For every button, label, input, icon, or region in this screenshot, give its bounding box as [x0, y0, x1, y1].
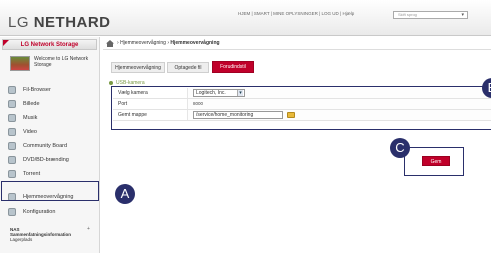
form-label: Gemt mappe — [118, 112, 147, 118]
form-value-cell — [187, 99, 491, 109]
breadcrumb-lead: › — [117, 40, 119, 46]
sidebar-item-configuration[interactable]: Konfiguration — [4, 207, 96, 219]
torrent-icon — [8, 170, 16, 178]
save-button[interactable]: Gem — [422, 156, 450, 166]
sidebar-item-music[interactable]: Musik — [4, 113, 96, 125]
sidebar-item-label: DVD/BD-brænding — [23, 157, 69, 163]
expand-icon[interactable]: + — [87, 227, 90, 232]
music-icon — [8, 114, 16, 122]
form-row-port: Port 8000 — [113, 99, 491, 110]
form-label: Port — [118, 101, 128, 107]
sidebar-item-file-browser[interactable]: Fil-Browser — [4, 85, 96, 97]
config-icon — [8, 208, 16, 216]
sidebar-item-label: Billede — [23, 101, 40, 107]
highlight-box-home-monitoring — [1, 181, 99, 201]
sidebar-item-image[interactable]: Billede — [4, 99, 96, 111]
image-icon — [8, 100, 16, 108]
logo-light-text: LG — [8, 14, 34, 31]
callout-c: C — [390, 138, 410, 158]
file-browser-icon — [8, 86, 16, 94]
section-bullet-icon — [109, 81, 113, 85]
storage-label: Lagerplads — [10, 237, 33, 242]
chevron-down-icon: ▾ — [461, 12, 464, 18]
breadcrumb-item[interactable]: Hjemmeovervågning — [120, 40, 166, 46]
breadcrumb-current: Hjemmeovervågning — [170, 40, 220, 46]
tab-presets[interactable]: Forudindstil — [212, 61, 254, 73]
form-label: Vælg kamera — [118, 90, 148, 96]
language-select[interactable]: Skift sprog ▾ — [393, 11, 468, 19]
language-select-placeholder: Skift sprog — [398, 12, 417, 17]
top-links[interactable]: HJEM | SMART | MINE OPLYSNINGER | LOG UD… — [238, 11, 354, 16]
sidebar-item-label: Community Board — [23, 143, 68, 149]
sidebar-item-label: Torrent — [23, 171, 41, 177]
disc-icon — [8, 156, 16, 164]
welcome-text: Welcome to LG Network Storage — [34, 56, 89, 68]
camera-select[interactable]: Logitech, Inc. ▾ — [193, 89, 245, 97]
lg-nethard-logo[interactable]: LG NETHARD — [8, 14, 111, 31]
sidebar-item-video[interactable]: Video — [4, 127, 96, 139]
sidebar: LG Network Storage Welcome to LG Network… — [0, 37, 100, 253]
folder-icon[interactable] — [287, 112, 295, 118]
red-flag-icon — [3, 40, 9, 46]
breadcrumb-separator: › — [167, 40, 169, 46]
sidebar-item-torrent[interactable]: Torrent — [4, 169, 96, 181]
port-value: 8000 — [193, 101, 204, 106]
community-icon — [8, 142, 16, 150]
logo-bold-text: NETHARD — [33, 14, 111, 31]
sidebar-item-label: Video — [23, 129, 37, 135]
sidebar-item-label: Musik — [23, 115, 38, 121]
top-header: LG NETHARD HJEM | SMART | MINE OPLYSNING… — [0, 0, 491, 36]
welcome-thumbnail — [10, 56, 30, 71]
camera-select-value: Logitech, Inc. — [196, 90, 226, 96]
sidebar-item-community[interactable]: Community Board — [4, 141, 96, 153]
chevron-down-icon: ▾ — [237, 90, 243, 96]
welcome-block: Welcome to LG Network Storage — [10, 54, 95, 74]
sidebar-item-label: Fil-Browser — [23, 87, 51, 93]
save-folder-input[interactable]: /service/home_monitoring — [193, 111, 283, 119]
sidebar-item-disc-burning[interactable]: DVD/BD-brænding — [4, 155, 96, 167]
form-row-select-camera: Vælg kamera Logitech, Inc. ▾ — [113, 88, 491, 99]
nas-summary[interactable]: NAS Sammenfatningsinformation Lagerplads… — [10, 227, 90, 243]
callout-a: A — [115, 184, 135, 204]
tab-home-monitoring[interactable]: Hjemmeovervågning — [111, 62, 165, 73]
form-row-save-folder: Gemt mappe /service/home_monitoring — [113, 110, 491, 121]
tab-recorded-files[interactable]: Optagede fil — [167, 62, 209, 73]
sidebar-item-label: Konfiguration — [23, 209, 56, 215]
sidebar-title: LG Network Storage — [2, 39, 97, 50]
video-icon — [8, 128, 16, 136]
breadcrumb: › Hjemmeovervågning › Hjemmeovervågning — [103, 38, 491, 50]
